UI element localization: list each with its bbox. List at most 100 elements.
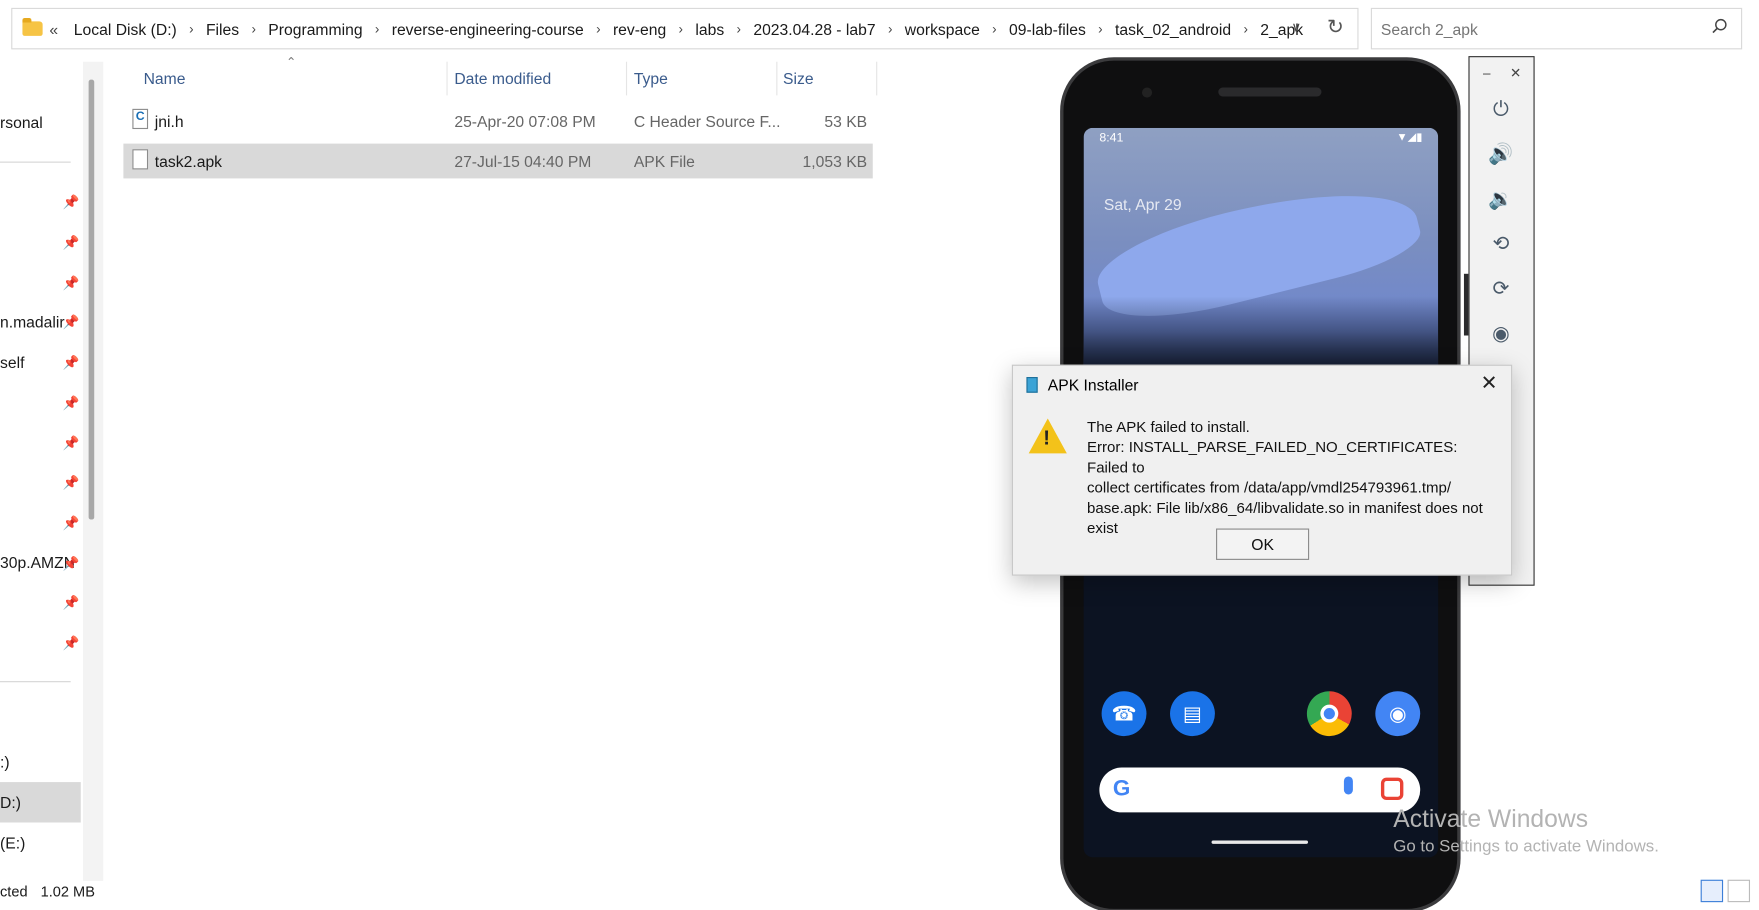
chevron-right-icon[interactable]: › [888,21,892,37]
file-type: C Header Source F... [633,112,781,131]
pin-icon[interactable]: 📌 [63,515,80,531]
file-row[interactable]: jni.h 25-Apr-20 07:08 PM C Header Source… [123,103,872,138]
dialog-message: The APK failed to install. Error: INSTAL… [1087,417,1491,538]
search-input[interactable] [1380,19,1696,38]
file-size: 1,053 KB [802,152,868,171]
breadcrumb-item[interactable]: rev-eng [613,20,666,38]
nav-divider [0,161,71,163]
column-divider[interactable] [776,61,778,96]
nav-item-selected[interactable]: D:) [0,785,81,819]
column-header-date[interactable]: Date modified [454,70,551,88]
camera-app-icon[interactable]: ◉ [1375,691,1421,737]
details-view-icon[interactable] [1700,879,1724,903]
chrome-app-icon[interactable] [1306,691,1352,737]
chevron-right-icon[interactable]: › [251,21,255,37]
pin-icon[interactable]: 📌 [63,275,80,291]
pin-icon[interactable]: 📌 [63,555,80,571]
date-widget[interactable]: Sat, Apr 29 [1104,195,1182,213]
selection-status: cted [0,883,28,900]
chevron-right-icon[interactable]: › [596,21,600,37]
minimize-icon[interactable]: – [1483,65,1491,81]
file-row-selected[interactable]: task2.apk 27-Jul-15 04:40 PM APK File 1,… [123,143,873,179]
phone-app-icon[interactable]: ☎ [1101,691,1147,737]
breadcrumb-item[interactable]: 09-lab-files [1009,20,1086,38]
rotate-right-icon[interactable]: ⟳ [1488,275,1515,302]
file-size: 53 KB [824,112,868,131]
overflow-chevron[interactable]: « [49,20,58,38]
breadcrumb-item[interactable]: labs [695,20,724,38]
google-logo: G [1112,776,1131,802]
pin-icon[interactable]: 📌 [63,355,80,371]
nav-item[interactable]: rsonal [0,105,81,139]
warning-icon-mark: ! [1043,426,1051,449]
column-divider[interactable] [625,61,628,96]
home-gesture-bar[interactable] [1211,840,1309,844]
column-divider[interactable] [876,61,878,96]
chevron-right-icon[interactable]: › [189,21,193,37]
ok-button[interactable]: OK [1216,528,1310,560]
rotate-left-icon[interactable]: ⟲ [1488,230,1515,257]
breadcrumb-item[interactable]: 2023.04.28 - lab7 [753,20,875,38]
pin-icon[interactable]: 📌 [63,314,80,330]
breadcrumb-item[interactable]: task_02_android [1115,20,1231,38]
pin-icon[interactable]: 📌 [63,194,80,210]
file-icon [132,149,149,170]
close-icon[interactable]: ✕ [1481,371,1498,395]
app-dock: ☎ ▤ ◉ [1101,691,1421,737]
chevron-right-icon[interactable]: › [992,21,996,37]
chevron-right-icon[interactable]: › [679,21,683,37]
file-date: 27-Jul-15 04:40 PM [454,152,592,171]
volume-up-icon[interactable]: 🔊 [1488,140,1515,167]
breadcrumb-item[interactable]: reverse-engineering-course [392,20,584,38]
pin-icon[interactable]: 📌 [63,395,80,411]
column-header-type[interactable]: Type [634,70,668,88]
breadcrumb: Local Disk (D:) › Files › Programming › rev… [74,20,1303,38]
chevron-right-icon[interactable]: › [737,21,741,37]
volume-down-icon[interactable]: 🔉 [1488,185,1515,212]
chevron-right-icon[interactable]: › [1243,21,1247,37]
nav-item[interactable]: (E:) [0,826,81,860]
pin-icon[interactable]: 📌 [63,435,80,451]
file-date: 25-Apr-20 07:08 PM [454,112,596,131]
app-icon [1026,377,1038,393]
activation-watermark-title: Activate Windows [1393,804,1589,833]
chevron-right-icon[interactable]: › [375,21,379,37]
view-switcher [1700,879,1751,903]
file-name: task2.apk [154,152,223,171]
pin-icon[interactable]: 📌 [63,595,80,611]
chevron-down-icon[interactable]: ∨ [1291,19,1301,35]
search-box[interactable] [1370,7,1743,50]
message-line: The APK failed to install. [1087,418,1250,436]
power-icon[interactable]: ⏻ [1488,95,1515,122]
status-bar: cted 1.02 MB [0,883,104,900]
large-icons-view-icon[interactable] [1727,879,1751,903]
front-camera [1141,87,1153,98]
empty-slot [1238,691,1283,736]
lens-icon[interactable] [1380,777,1404,801]
message-line: Error: INSTALL_PARSE_FAILED_NO_CERTIFICA… [1087,438,1458,476]
folder-icon [22,17,43,36]
google-search-bar[interactable]: G [1099,767,1421,813]
earpiece [1218,87,1322,97]
nav-item[interactable]: :) [0,745,81,779]
breadcrumb-item[interactable]: workspace [905,20,980,38]
scrollbar-thumb[interactable] [88,79,95,520]
column-header-size[interactable]: Size [783,70,814,88]
column-header-name[interactable]: Name [144,70,186,88]
pin-icon[interactable]: 📌 [63,475,80,491]
search-icon[interactable] [1712,18,1728,34]
chevron-right-icon[interactable]: › [1098,21,1102,37]
close-icon[interactable]: ✕ [1510,65,1521,81]
camera-icon[interactable]: ◉ [1488,320,1515,347]
breadcrumb-item[interactable]: Local Disk (D:) [74,20,177,38]
pin-icon[interactable]: 📌 [63,635,80,651]
address-bar[interactable]: « Local Disk (D:) › Files › Programming › r… [11,7,1359,50]
file-name: jni.h [154,112,184,131]
breadcrumb-item[interactable]: Programming [268,20,362,38]
breadcrumb-item[interactable]: Files [206,20,239,38]
microphone-icon[interactable] [1343,776,1353,795]
messages-app-icon[interactable]: ▤ [1170,691,1215,737]
column-divider[interactable] [446,61,448,96]
refresh-icon[interactable]: ↻ [1327,16,1344,40]
pin-icon[interactable]: 📌 [63,235,80,251]
